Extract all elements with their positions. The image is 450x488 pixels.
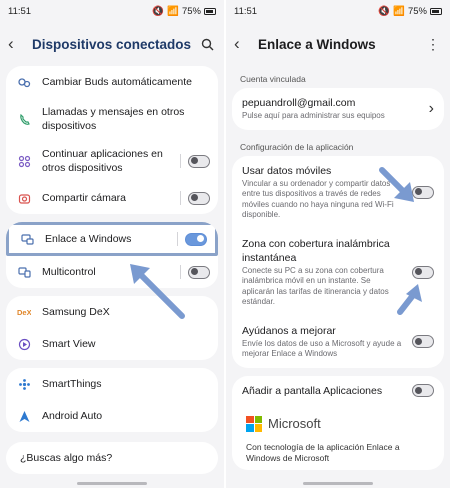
settings-item-label: Android Auto	[42, 410, 103, 422]
linked-account-heading: Cuenta vinculada	[240, 74, 306, 84]
settings-item[interactable]: Enlace a Windows	[6, 222, 218, 256]
status-time: 11:51	[234, 5, 258, 17]
setting-description: Envíe los datos de uso a Microsoft y ayu…	[242, 338, 402, 359]
account-email: pepuandroll@gmail.com	[242, 97, 356, 109]
status-bar: 11:51 🔇 📶 75%	[226, 0, 450, 22]
page-header: ‹ Dispositivos conectados	[0, 22, 224, 66]
settings-item-label: Smart View	[42, 338, 96, 350]
linked-account-card[interactable]: pepuandroll@gmail.com Pulse aquí para ad…	[232, 88, 444, 130]
config-heading: Configuración de la aplicación	[240, 141, 354, 152]
home-indicator	[77, 482, 147, 485]
setting-row[interactable]: Ayúdanos a mejorar Envíe los datos de uso…	[232, 316, 444, 368]
settings-item-label: SmartThings	[42, 378, 102, 390]
pointer-arrow-icon	[379, 167, 414, 202]
settings-item[interactable]: Compartir cámara	[6, 182, 218, 214]
status-time: 11:51	[8, 5, 32, 17]
account-row[interactable]: pepuandroll@gmail.com Pulse aquí para ad…	[232, 88, 444, 130]
microsoft-brand: Microsoft	[232, 406, 444, 436]
page-header: ‹ Enlace a Windows ⋮	[226, 22, 450, 66]
settings-item[interactable]: Cambiar Buds automáticamente	[6, 66, 218, 98]
battery-text: 75%	[181, 5, 201, 17]
buds-icon	[14, 76, 34, 89]
home-indicator	[303, 482, 373, 485]
toggle-switch[interactable]	[188, 265, 210, 279]
svg-text:DeX: DeX	[17, 308, 31, 317]
link-windows-icon	[17, 233, 37, 246]
back-button[interactable]: ‹	[234, 34, 254, 54]
pointer-arrow-icon	[130, 264, 185, 319]
settings-item-label: Llamadas y mensajes en otros dispositivo…	[42, 106, 185, 132]
settings-item-label: Enlace a Windows	[45, 233, 132, 245]
wifi-icon: 📶	[167, 5, 179, 17]
page-title: Enlace a Windows	[258, 36, 376, 52]
settings-item-label: Cambiar Buds automáticamente	[42, 76, 192, 88]
setting-title: Ayúdanos a mejorar	[242, 324, 336, 337]
android-auto-icon	[14, 410, 34, 423]
powered-by-text: Con tecnología de la aplicación Enlace a…	[246, 441, 400, 463]
camera-share-icon	[14, 192, 34, 205]
add-to-apps-row[interactable]: Añadir a pantalla Aplicaciones	[232, 376, 444, 406]
toggle-switch[interactable]	[412, 335, 434, 348]
more-options-icon[interactable]: ⋮	[424, 35, 442, 53]
multicontrol-icon	[14, 266, 34, 279]
divider	[177, 232, 178, 246]
search-icon[interactable]	[198, 35, 216, 53]
microsoft-logo-icon	[246, 415, 262, 432]
back-button[interactable]: ‹	[8, 34, 28, 54]
divider	[180, 191, 181, 205]
toggle-switch[interactable]	[412, 265, 434, 279]
pointer-arrow-icon	[397, 284, 422, 315]
settings-list: Cambiar Buds automáticamente Llamadas y m…	[0, 66, 224, 432]
left-screen: 11:51 🔇 📶 75% ‹ Dispositivos conectados …	[0, 0, 224, 488]
page-title: Dispositivos conectados	[32, 36, 192, 52]
setting-description: Conecte su PC a su zona con cobertura in…	[242, 265, 389, 307]
battery-icon	[204, 7, 216, 15]
search-peek-card[interactable]: ¿Buscas algo más?	[6, 442, 218, 474]
search-peek-label: ¿Buscas algo más?	[20, 452, 113, 464]
add-to-apps-toggle[interactable]	[412, 384, 434, 397]
settings-item[interactable]: Android Auto	[6, 400, 218, 432]
toggle-switch[interactable]	[185, 232, 207, 246]
add-to-apps-card: Añadir a pantalla Aplicaciones Microsoft…	[232, 375, 444, 470]
add-to-apps-label: Añadir a pantalla Aplicaciones	[242, 384, 383, 397]
smart-view-icon	[14, 338, 34, 351]
settings-group: SmartThings Android Auto	[6, 368, 218, 432]
status-bar: 11:51 🔇 📶 75%	[0, 0, 224, 22]
divider	[180, 154, 181, 168]
settings-group: Cambiar Buds automáticamente Llamadas y m…	[6, 66, 218, 214]
wifi-icon: 📶	[393, 5, 405, 17]
toggle-switch[interactable]	[188, 191, 210, 205]
right-screen: 11:51 🔇 📶 75% ‹ Enlace a Windows ⋮ Cuent…	[226, 0, 450, 488]
mute-icon: 🔇	[378, 5, 391, 17]
settings-item[interactable]: Smart View	[6, 328, 218, 360]
toggle-switch[interactable]	[188, 154, 210, 168]
settings-item[interactable]: Continuar aplicaciones en otros disposit…	[6, 140, 218, 182]
account-sub: Pulse aquí para administrar sus equipos	[242, 111, 385, 120]
settings-item[interactable]: Llamadas y mensajes en otros dispositivo…	[6, 98, 218, 140]
smartthings-icon	[14, 378, 34, 391]
settings-item-label: Continuar aplicaciones en otros disposit…	[42, 148, 163, 174]
apps-continue-icon	[14, 155, 34, 168]
settings-item[interactable]: SmartThings	[6, 368, 218, 400]
battery-icon	[430, 7, 442, 15]
setting-title: Zona con cobertura inalámbrica instantán…	[242, 237, 390, 264]
dex-icon: DeX	[14, 307, 34, 317]
settings-item-label: Compartir cámara	[42, 192, 127, 204]
microsoft-wordmark: Microsoft	[268, 416, 321, 431]
phone-message-icon	[14, 113, 34, 126]
mute-icon: 🔇	[152, 5, 165, 17]
chevron-right-icon: ›	[428, 99, 434, 117]
battery-text: 75%	[407, 5, 427, 17]
